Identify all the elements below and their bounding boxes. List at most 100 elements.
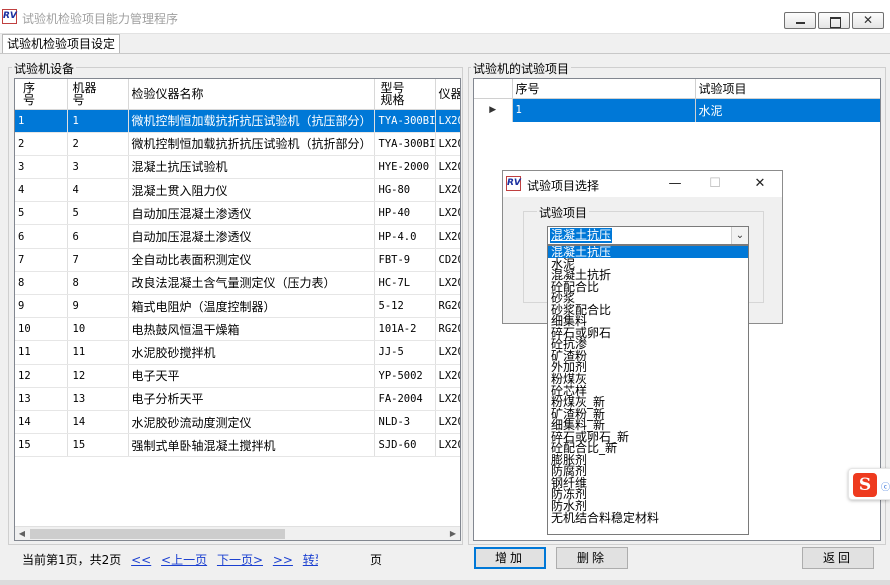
- cell-model-spec[interactable]: NLD-3: [374, 410, 436, 435]
- cell-machine-no[interactable]: 10: [67, 317, 129, 342]
- cell-model-spec[interactable]: 5-12: [374, 294, 436, 319]
- cell-machine-no[interactable]: 12: [67, 364, 129, 388]
- scroll-left-icon[interactable]: ◀: [15, 527, 29, 540]
- dropdown-option[interactable]: 粉煤灰: [548, 373, 748, 385]
- chevron-down-icon[interactable]: ⌄: [731, 227, 748, 244]
- cell-instrument-name[interactable]: 电子分析天平: [128, 387, 375, 411]
- cell-index[interactable]: 11: [15, 340, 68, 365]
- cell-index[interactable]: 9: [15, 294, 68, 319]
- next-page-link[interactable]: 下一页>: [217, 553, 263, 567]
- cell-machine-no[interactable]: 2: [67, 132, 129, 156]
- cell-model-spec[interactable]: HP-4.0: [374, 224, 436, 249]
- table-row[interactable]: 77全自动比表面积测定仪FBT-9CD20: [15, 248, 460, 272]
- cell-machine-no[interactable]: 7: [67, 248, 129, 272]
- cell-model-spec[interactable]: HYE-2000: [374, 155, 436, 180]
- maximize-button[interactable]: [818, 12, 850, 29]
- cell-machine-no[interactable]: 6: [67, 224, 129, 249]
- cell-index[interactable]: 8: [15, 271, 68, 296]
- cell-instrument-name[interactable]: 混凝土贯入阻力仪: [128, 178, 375, 203]
- cell-model-spec[interactable]: HG-80: [374, 178, 436, 203]
- col-header-test-item[interactable]: 试验项目: [695, 79, 880, 99]
- col-header-test-index[interactable]: 序号: [512, 79, 696, 99]
- cell-index[interactable]: 10: [15, 317, 68, 342]
- cell-machine-no[interactable]: 8: [67, 271, 129, 296]
- cell-instrument[interactable]: CD20: [435, 248, 460, 272]
- ime-mode-icon[interactable]: ⓒ: [881, 480, 890, 493]
- cell-instrument[interactable]: LX20: [435, 387, 460, 411]
- dropdown-option[interactable]: 混凝土抗压: [548, 246, 748, 258]
- cell-test-index[interactable]: 1: [512, 98, 696, 122]
- ime-toolbar[interactable]: S ⓒ: [848, 468, 890, 500]
- cell-index[interactable]: 6: [15, 224, 68, 249]
- cell-instrument-name[interactable]: 电子天平: [128, 364, 375, 388]
- cell-instrument-name[interactable]: 改良法混凝土含气量测定仪（压力表）: [128, 271, 375, 296]
- scroll-right-icon[interactable]: ▶: [446, 527, 460, 540]
- cell-index[interactable]: 7: [15, 248, 68, 272]
- cell-instrument[interactable]: RG20: [435, 317, 460, 342]
- cell-instrument[interactable]: LX20: [435, 340, 460, 365]
- test-item-combo[interactable]: 混凝土抗压 ⌄: [547, 226, 749, 245]
- cell-machine-no[interactable]: 14: [67, 410, 129, 435]
- cell-instrument-name[interactable]: 水泥胶砂搅拌机: [128, 340, 375, 365]
- cell-model-spec[interactable]: TYA-300BI: [374, 132, 436, 156]
- cell-instrument-name[interactable]: 微机控制恒加载抗折抗压试验机（抗压部分）: [128, 109, 375, 133]
- cell-instrument[interactable]: LX20: [435, 364, 460, 388]
- table-row[interactable]: 44混凝土贯入阻力仪HG-80LX20: [15, 178, 460, 203]
- prev-page-link[interactable]: <上一页: [161, 553, 207, 567]
- close-button[interactable]: ✕: [852, 12, 884, 29]
- cell-index[interactable]: 12: [15, 364, 68, 388]
- cell-test-item[interactable]: 水泥: [695, 98, 880, 122]
- col-header-instrument-name[interactable]: 检验仪器名称: [128, 79, 375, 110]
- cell-machine-no[interactable]: 13: [67, 387, 129, 411]
- table-row[interactable]: 1414水泥胶砂流动度测定仪NLD-3LX20: [15, 410, 460, 435]
- col-header-index[interactable]: 序号: [15, 79, 68, 110]
- cell-model-spec[interactable]: FBT-9: [374, 248, 436, 272]
- cell-instrument[interactable]: LX20: [435, 109, 460, 133]
- add-button[interactable]: 增加: [474, 547, 546, 569]
- cell-instrument[interactable]: RG20: [435, 294, 460, 319]
- cell-machine-no[interactable]: 3: [67, 155, 129, 180]
- cell-instrument[interactable]: LX20: [435, 132, 460, 156]
- table-row[interactable]: 66自动加压混凝土渗透仪HP-4.0LX20: [15, 224, 460, 249]
- cell-machine-no[interactable]: 11: [67, 340, 129, 365]
- delete-button[interactable]: 删除: [556, 547, 628, 569]
- cell-index[interactable]: 5: [15, 201, 68, 226]
- table-row[interactable]: 1212电子天平YP-5002LX20: [15, 364, 460, 388]
- cell-instrument[interactable]: LX20: [435, 178, 460, 203]
- horizontal-scrollbar[interactable]: ◀ ▶: [15, 526, 460, 540]
- dialog-close-icon[interactable]: ✕: [748, 175, 772, 193]
- cell-machine-no[interactable]: 9: [67, 294, 129, 319]
- dialog-minimize-icon[interactable]: —: [663, 175, 687, 193]
- table-row[interactable]: 11微机控制恒加载抗折抗压试验机（抗压部分）TYA-300BILX20: [15, 109, 460, 133]
- cell-index[interactable]: 15: [15, 433, 68, 458]
- cell-machine-no[interactable]: 15: [67, 433, 129, 458]
- dropdown-option[interactable]: 粉煤灰_新: [548, 396, 748, 408]
- cell-model-spec[interactable]: HC-7L: [374, 271, 436, 296]
- table-row[interactable]: 1010电热鼓风恒温干燥箱101A-2RG20: [15, 317, 460, 342]
- table-row[interactable]: ▶ 1 水泥: [474, 98, 880, 122]
- cell-instrument[interactable]: LX20: [435, 201, 460, 226]
- cell-instrument[interactable]: LX20: [435, 224, 460, 249]
- cell-instrument[interactable]: LX20: [435, 271, 460, 296]
- cell-instrument-name[interactable]: 混凝土抗压试验机: [128, 155, 375, 180]
- cell-instrument[interactable]: LX20: [435, 155, 460, 180]
- table-row[interactable]: 1313电子分析天平FA-2004LX20: [15, 387, 460, 411]
- test-item-dropdown-list[interactable]: 混凝土抗压 水泥 混凝土抗折 砼配合比 砂浆 砂浆配合比 细集料 碎石或卵石 砼抗渗 矿渣粉 外加剂…: [547, 245, 749, 535]
- cell-model-spec[interactable]: JJ-5: [374, 340, 436, 365]
- cell-instrument[interactable]: LX20: [435, 433, 460, 458]
- dropdown-option[interactable]: 砂浆: [548, 292, 748, 304]
- dropdown-option[interactable]: 混凝土抗折: [548, 269, 748, 281]
- cell-model-spec[interactable]: TYA-300BI: [374, 109, 436, 133]
- table-row[interactable]: 99箱式电阻炉（温度控制器）5-12RG20: [15, 294, 460, 319]
- cell-index[interactable]: 14: [15, 410, 68, 435]
- table-row[interactable]: 1515强制式单卧轴混凝土搅拌机SJD-60LX20: [15, 433, 460, 458]
- cell-instrument-name[interactable]: 箱式电阻炉（温度控制器）: [128, 294, 375, 319]
- table-row[interactable]: 33混凝土抗压试验机HYE-2000LX20: [15, 155, 460, 180]
- sogou-ime-icon[interactable]: S: [853, 473, 877, 497]
- table-row[interactable]: 1111水泥胶砂搅拌机JJ-5LX20: [15, 340, 460, 365]
- col-header-instrument[interactable]: 仪器: [435, 79, 460, 110]
- first-page-link[interactable]: <<: [131, 553, 151, 567]
- cell-instrument-name[interactable]: 自动加压混凝土渗透仪: [128, 201, 375, 226]
- cell-model-spec[interactable]: YP-5002: [374, 364, 436, 388]
- cell-machine-no[interactable]: 4: [67, 178, 129, 203]
